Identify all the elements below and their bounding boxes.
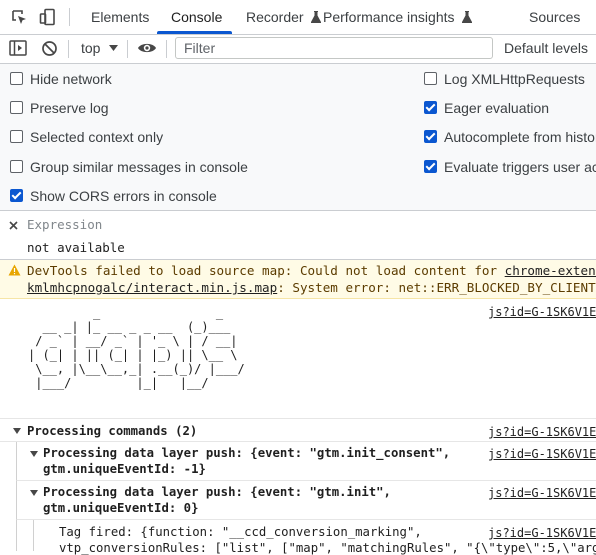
console-toolbar: top Default levels (0, 35, 596, 64)
expression-result: not available (27, 240, 125, 255)
datalayer-push-1-line-1: Processing data layer push: {event: "gtm… (43, 446, 451, 460)
expression-input[interactable]: Expression (27, 217, 102, 232)
divider (69, 8, 70, 26)
evaluate-triggers-label: Evaluate triggers user activation (444, 159, 596, 175)
nested-indent-guide (33, 520, 34, 551)
create-live-expression-eye-icon[interactable] (137, 41, 157, 55)
group-similar-label: Group similar messages in console (30, 159, 248, 175)
divider (68, 40, 69, 58)
tab-elements[interactable]: Elements (91, 0, 149, 34)
message-source-link[interactable]: js?id=G-1SK6V1E (488, 305, 596, 319)
warning-icon (8, 264, 21, 276)
gtag-ascii-art: _ _ __ _| |_ __ _ _ __ (_)___ / _` | __/… (28, 306, 245, 390)
warning-text: DevTools failed to load source map: Coul… (27, 263, 505, 278)
warning-error-text: : System error: net::ERR_BLOCKED_BY_CLIE… (277, 280, 596, 295)
tab-recorder[interactable]: Recorder (246, 0, 322, 34)
group-title: Processing commands (2) (27, 424, 198, 438)
group-similar-checkbox[interactable] (10, 160, 23, 173)
eager-evaluation-checkbox[interactable] (424, 101, 437, 114)
show-cors-errors-label: Show CORS errors in console (30, 188, 217, 204)
context-selector-label: top (81, 40, 101, 56)
log-levels-label: Default levels (504, 40, 589, 56)
context-selector[interactable]: top (81, 40, 119, 56)
filter-box (175, 37, 493, 59)
warning-line-2: kmlmhcpnogalc/interact.min.js.map: Syste… (27, 280, 596, 295)
message-source-link[interactable]: js?id=G-1SK6V1E (488, 486, 596, 500)
warning-sourcemap-link[interactable]: kmlmhcpnogalc/interact.min.js.map (27, 280, 277, 295)
warning-line-1: DevTools failed to load source map: Coul… (27, 263, 596, 278)
message-source-link[interactable]: js?id=G-1SK6V1E (488, 526, 596, 540)
source-map-warning: DevTools failed to load source map: Coul… (0, 260, 596, 299)
hide-network-checkbox[interactable] (10, 72, 23, 85)
inspect-element-icon[interactable] (10, 8, 28, 26)
dropdown-arrow-icon (109, 45, 119, 51)
selected-context-only-label: Selected context only (30, 129, 164, 145)
console-settings-pane: Hide network Preserve log Selected conte… (0, 64, 596, 211)
devtools-tab-bar: Elements Console Recorder Performance in… (0, 0, 596, 35)
message-source-link[interactable]: js?id=G-1SK6V1E (488, 425, 596, 439)
warning-extension-link[interactable]: chrome-extension:// (505, 263, 596, 278)
tab-recorder-label: Recorder (246, 9, 304, 25)
divider (127, 40, 128, 58)
clear-console-icon[interactable] (41, 40, 58, 57)
divider (166, 40, 167, 58)
expand-triangle-icon[interactable] (30, 451, 38, 457)
device-toolbar-icon[interactable] (39, 8, 57, 26)
datalayer-push-2-line-1: Processing data layer push: {event: "gtm… (43, 485, 391, 499)
preserve-log-label: Preserve log (30, 100, 109, 116)
live-expression: Expression not available (0, 211, 596, 260)
tab-performance-insights-label: Performance insights (323, 9, 455, 25)
active-tab-indicator (157, 31, 232, 34)
show-sidebar-icon[interactable] (9, 40, 27, 56)
autocomplete-history-label: Autocomplete from history (444, 129, 596, 145)
experiment-flask-icon (311, 11, 322, 23)
tab-performance-insights[interactable]: Performance insights (323, 0, 473, 34)
log-levels-dropdown[interactable]: Default levels (504, 40, 596, 56)
close-icon[interactable] (9, 221, 18, 230)
log-xmlhttprequests-checkbox[interactable] (424, 72, 437, 85)
show-cors-errors-checkbox[interactable] (10, 189, 23, 202)
tag-fired-line-2: vtp_conversionRules: ["list", ["map", "m… (59, 541, 596, 555)
expand-triangle-icon[interactable] (13, 428, 21, 434)
preserve-log-checkbox[interactable] (10, 101, 23, 114)
filter-input[interactable] (176, 38, 492, 58)
expand-triangle-icon[interactable] (30, 490, 38, 496)
datalayer-push-2-line-2: gtm.uniqueEventId: 0} (43, 501, 199, 515)
selected-context-only-checkbox[interactable] (10, 130, 23, 143)
eager-evaluation-label: Eager evaluation (444, 100, 550, 116)
tab-sources[interactable]: Sources (529, 0, 580, 34)
message-source-link[interactable]: js?id=G-1SK6V1E (488, 447, 596, 461)
tab-console[interactable]: Console (171, 0, 222, 34)
hide-network-label: Hide network (30, 71, 112, 87)
tag-fired-line-1: Tag fired: {function: "__ccd_conversion_… (59, 525, 422, 539)
experiment-flask-icon (462, 11, 473, 23)
log-xmlhttprequests-label: Log XMLHttpRequests (444, 71, 585, 87)
evaluate-triggers-checkbox[interactable] (424, 160, 437, 173)
autocomplete-history-checkbox[interactable] (424, 130, 437, 143)
datalayer-push-1-line-2: gtm.uniqueEventId: -1} (43, 462, 206, 476)
